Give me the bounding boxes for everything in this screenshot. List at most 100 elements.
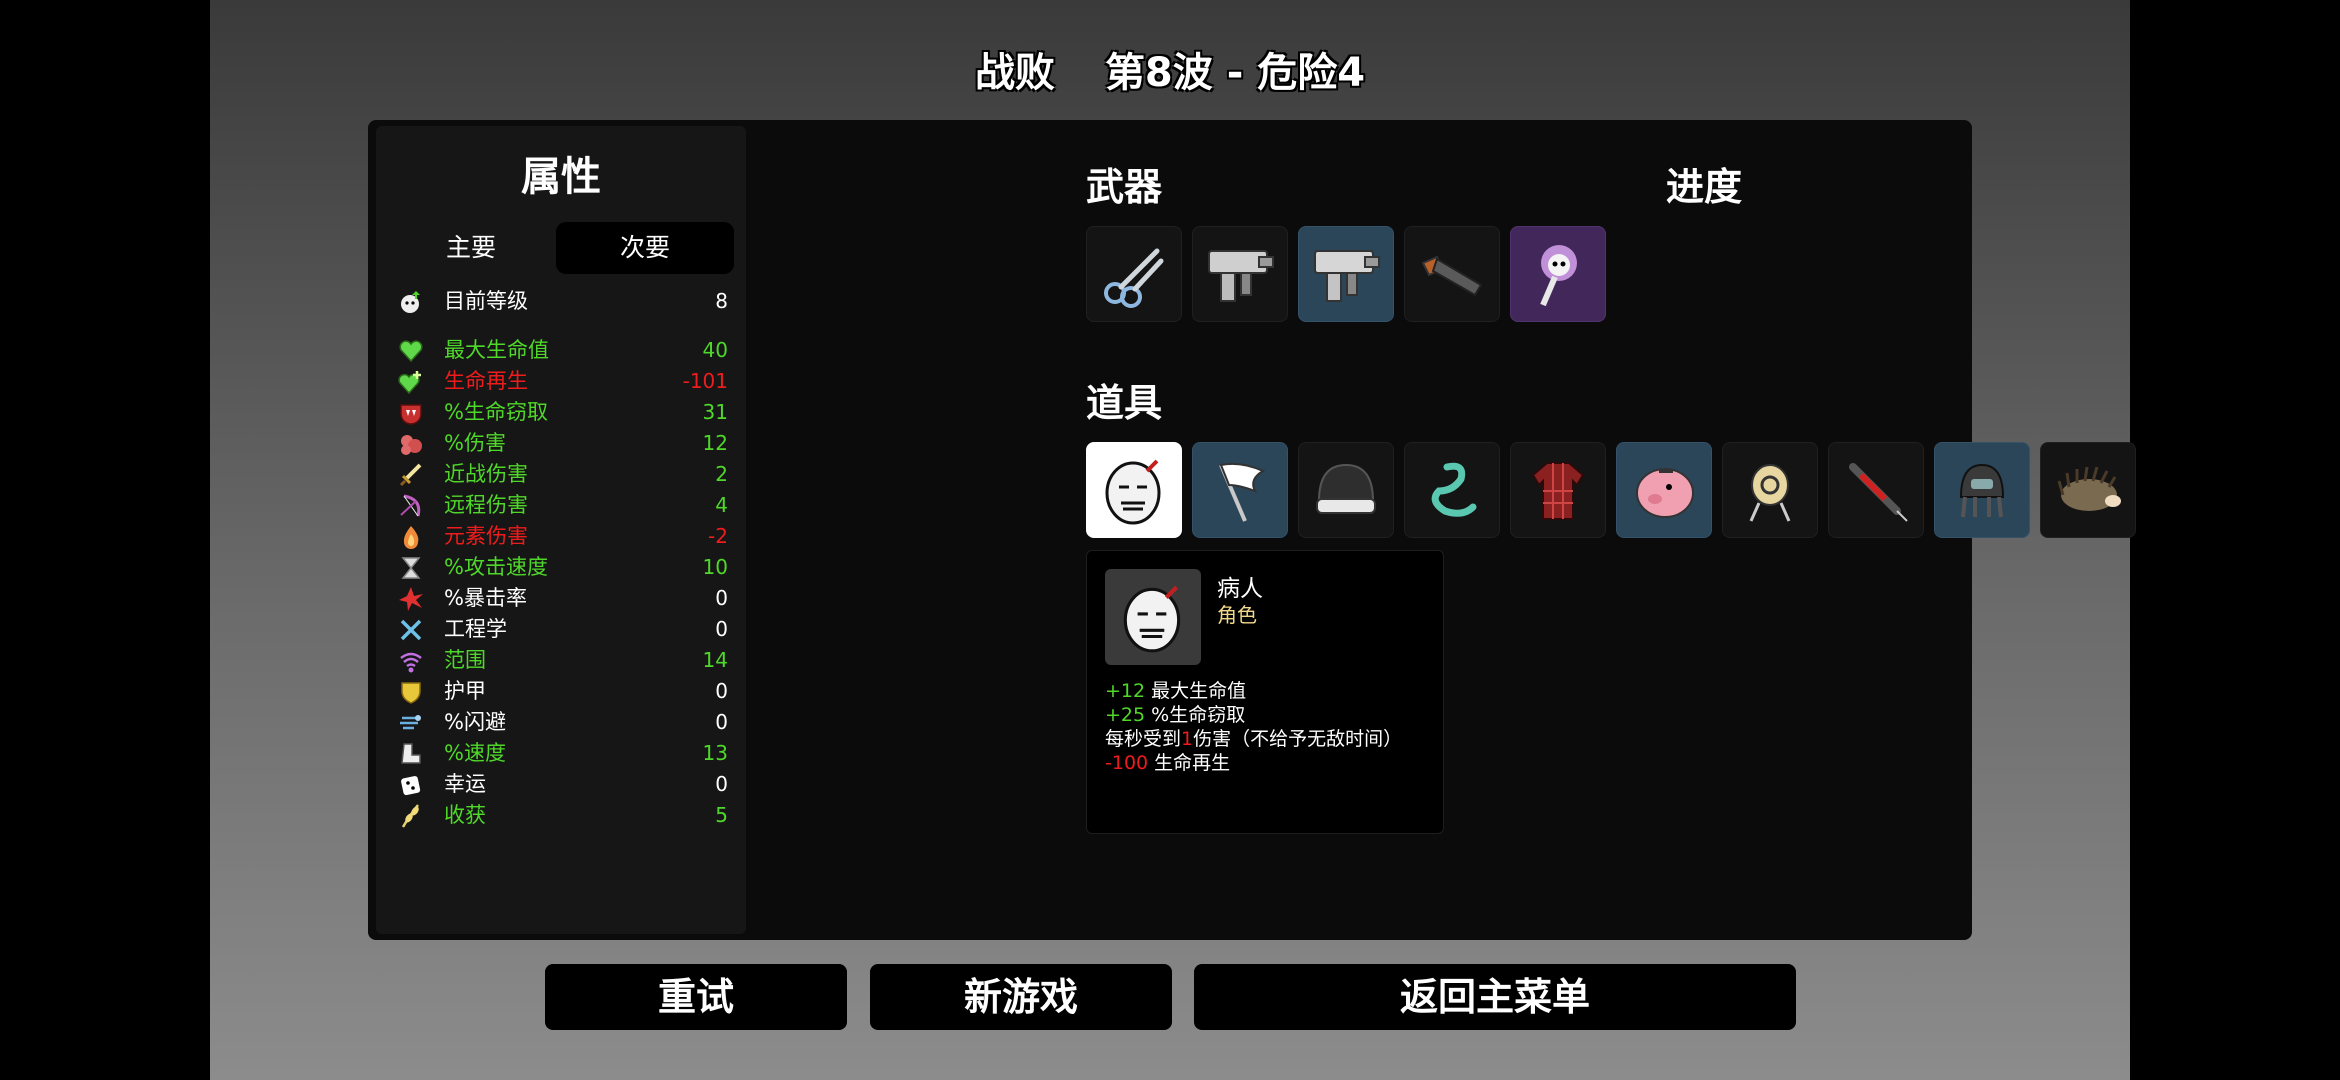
stat-row-attack-speed[interactable]: %攻击速度 10 (398, 552, 728, 583)
retry-button[interactable]: 重试 (545, 964, 847, 1030)
tooltip-name: 病人 (1217, 576, 1263, 602)
new-game-button[interactable]: 新游戏 (870, 964, 1172, 1030)
stat-row-range[interactable]: 范围 14 (398, 645, 728, 676)
effect-amount: +12 (1105, 680, 1146, 702)
stat-value: 2 (715, 462, 728, 486)
stat-row-melee[interactable]: 近战伤害 2 (398, 459, 728, 490)
stat-label: 最大生命值 (444, 338, 549, 362)
smg-icon (1314, 250, 1380, 302)
bow-icon (398, 493, 424, 519)
tooltip-effects: +12 最大生命值 +25 %生命窃取 每秒受到1伤害（不给予无敌时间） -10… (1105, 679, 1435, 775)
effect-text: 生命再生 (1148, 752, 1231, 774)
item-slot-1[interactable] (1086, 442, 1182, 538)
items-title: 道具 (1086, 381, 1163, 425)
effect-amount: +25 (1105, 704, 1146, 726)
stat-label: 远程伤害 (444, 493, 528, 517)
item-slot-8[interactable] (1828, 442, 1924, 538)
stat-value: 31 (702, 400, 728, 424)
harvest-icon (398, 803, 424, 829)
main-menu-button[interactable]: 返回主菜单 (1194, 964, 1796, 1030)
effect-text: 伤害（不给予无敌时间） (1193, 728, 1403, 750)
weapon-slot-4[interactable] (1404, 226, 1500, 322)
shotgun-icon (1421, 255, 1483, 297)
stat-value: 14 (702, 648, 728, 672)
item-slot-5[interactable] (1510, 442, 1606, 538)
stat-label: 收获 (444, 803, 486, 827)
syringe-icon (1849, 463, 1908, 522)
stat-row-lifesteal[interactable]: %生命窃取 31 (398, 397, 728, 428)
stat-row-ranged[interactable]: 远程伤害 4 (398, 490, 728, 521)
effect-amount: 1 (1181, 728, 1194, 750)
flame-icon (398, 524, 424, 550)
tab-secondary-stats[interactable]: 次要 (556, 222, 734, 274)
stat-row-damage[interactable]: %伤害 12 (398, 428, 728, 459)
item-slot-3[interactable] (1298, 442, 1394, 538)
stat-row-armor[interactable]: 护甲 0 (398, 676, 728, 707)
stat-row-dodge[interactable]: %闪避 0 (398, 707, 728, 738)
regen-heart-icon (398, 369, 424, 395)
hedgehog-icon (2057, 466, 2121, 511)
stat-row-crit[interactable]: %暴击率 0 (398, 583, 728, 614)
dodge-icon (398, 710, 424, 736)
stat-label: 范围 (444, 648, 486, 672)
stat-row-elemental[interactable]: 元素伤害 -2 (398, 521, 728, 552)
stat-label: 近战伤害 (444, 462, 528, 486)
muscle-icon (398, 431, 424, 457)
tooltip-item-icon (1105, 569, 1201, 665)
stat-value: 0 (715, 772, 728, 796)
sick-egg-icon (1105, 459, 1161, 525)
tab-primary-stats[interactable]: 主要 (382, 222, 560, 274)
piggy-bank-icon (1636, 468, 1694, 518)
stat-label: 目前等级 (444, 289, 528, 313)
results-panel: 属性 主要 次要 目前等级 8 最大生命值 40 生命再生 -101 %生命窃取… (368, 120, 2136, 940)
item-slot-10[interactable] (2040, 442, 2136, 538)
stat-row-level[interactable]: 目前等级 8 (398, 286, 728, 317)
white-flag-icon (1219, 462, 1266, 522)
item-slot-2[interactable] (1192, 442, 1288, 538)
wrench-icon (398, 617, 424, 643)
range-icon (398, 648, 424, 674)
weapon-slot-5[interactable] (1510, 226, 1606, 322)
progress-title: 进度 (1666, 165, 1743, 209)
stat-value: 0 (715, 679, 728, 703)
weapon-slot-2[interactable] (1192, 226, 1288, 322)
weapons-title: 武器 (1086, 165, 1163, 209)
stat-label: %攻击速度 (444, 555, 548, 579)
tentacle-icon (1431, 462, 1477, 517)
stat-label: 幸运 (444, 772, 486, 796)
tooltip-type: 角色 (1217, 603, 1257, 627)
level-icon (398, 289, 424, 315)
sword-icon (398, 462, 424, 488)
sick-egg-icon (1123, 585, 1181, 653)
stats-title: 属性 (521, 154, 601, 200)
effect-line: +12 最大生命值 (1105, 679, 1435, 703)
stat-row-harvesting[interactable]: 收获 5 (398, 800, 728, 831)
run-result-header: 战败 第8波 - 危险4 (210, 40, 2130, 98)
stat-value: 4 (715, 493, 728, 517)
item-slot-4[interactable] (1404, 442, 1500, 538)
stat-row-speed[interactable]: %速度 13 (398, 738, 728, 769)
item-slot-6[interactable] (1616, 442, 1712, 538)
hourglass-icon (398, 555, 424, 581)
stat-value: 10 (702, 555, 728, 579)
stat-label: %伤害 (444, 431, 506, 455)
item-slot-9[interactable] (1934, 442, 2030, 538)
stat-value: -2 (708, 524, 728, 548)
boot-icon (398, 741, 424, 767)
stat-value: 5 (715, 803, 728, 827)
stat-row-max-hp[interactable]: 最大生命值 40 (398, 335, 728, 366)
stat-label: 工程学 (444, 617, 507, 641)
stat-label: %生命窃取 (444, 400, 548, 424)
stat-row-engineering[interactable]: 工程学 0 (398, 614, 728, 645)
effect-line: 每秒受到1伤害（不给予无敌时间） (1105, 727, 1435, 751)
weapon-slot-1[interactable] (1086, 226, 1182, 322)
item-slot-7[interactable] (1722, 442, 1818, 538)
weapon-slot-3[interactable] (1298, 226, 1394, 322)
item-tooltip: 病人 角色 +12 最大生命值 +25 %生命窃取 每秒受到1伤害（不给予无敌时… (1086, 550, 1444, 834)
dice-icon (398, 772, 424, 798)
stat-row-luck[interactable]: 幸运 0 (398, 769, 728, 800)
scissors-icon (1104, 248, 1164, 308)
stat-label: %速度 (444, 741, 506, 765)
effect-line: +25 %生命窃取 (1105, 703, 1435, 727)
stat-row-hp-regen[interactable]: 生命再生 -101 (398, 366, 728, 397)
